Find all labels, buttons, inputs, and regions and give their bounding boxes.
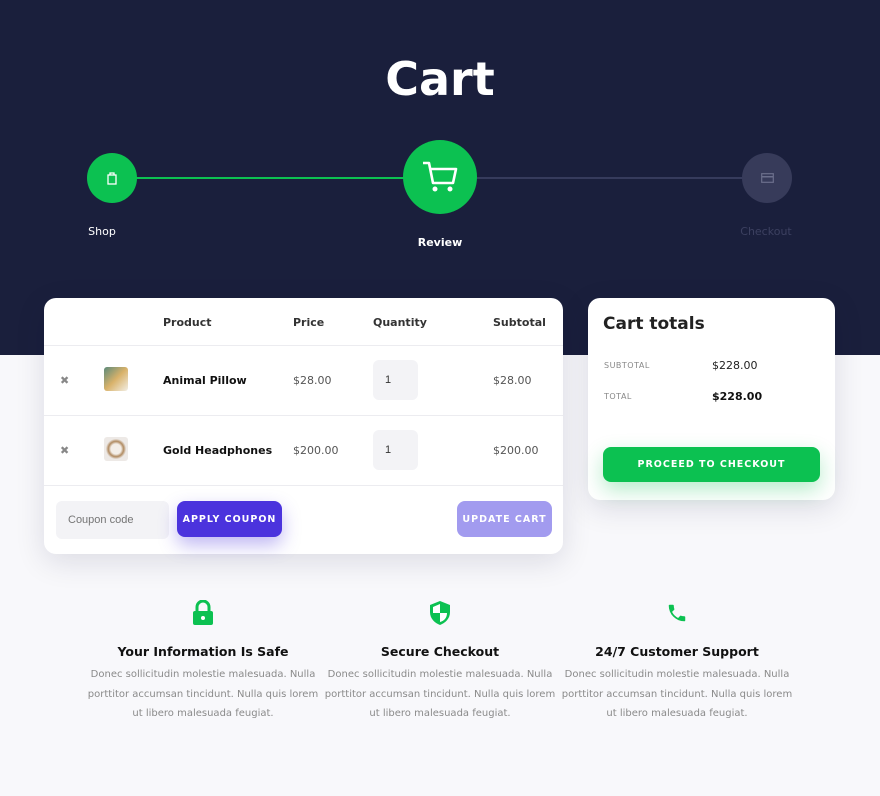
step-label-checkout: Checkout (740, 225, 792, 238)
cart-actions: APPLY COUPON UPDATE CART (44, 485, 563, 554)
phone-icon (668, 604, 686, 622)
progress-line-pending (476, 177, 744, 179)
proceed-to-checkout-button[interactable]: PROCEED TO CHECKOUT (603, 447, 820, 482)
total-label: TOTAL (604, 392, 632, 401)
header-price: Price (293, 316, 325, 329)
shield-icon (430, 601, 450, 625)
cart-table: Product Price Quantity Subtotal ✖ Animal… (44, 298, 563, 554)
step-label-shop: Shop (88, 225, 116, 238)
product-price: $200.00 (293, 444, 339, 457)
totals-title: Cart totals (603, 314, 705, 334)
subtotal-label: SUBTOTAL (604, 361, 650, 370)
header-subtotal: Subtotal (493, 316, 546, 329)
cart-totals: Cart totals SUBTOTAL $228.00 TOTAL $228.… (588, 298, 835, 500)
feature-text: Donec sollicitudin molestie malesuada. N… (324, 669, 556, 719)
coupon-input[interactable] (56, 501, 169, 539)
product-name[interactable]: Animal Pillow (163, 374, 247, 387)
feature-text: Donec sollicitudin molestie malesuada. N… (561, 669, 793, 719)
table-row: ✖ Gold Headphones $200.00 $200.00 (44, 415, 563, 485)
feature-support: 24/7 Customer Support Donec sollicitudin… (557, 600, 797, 724)
apply-coupon-button[interactable]: APPLY COUPON (177, 501, 282, 537)
product-subtotal: $200.00 (493, 444, 539, 457)
quantity-input[interactable] (373, 360, 418, 400)
shopping-bag-icon (107, 172, 117, 185)
credit-card-icon (760, 173, 774, 183)
feature-title: Secure Checkout (380, 644, 500, 659)
feature-secure-checkout: Secure Checkout Donec sollicitudin moles… (320, 600, 560, 724)
step-review[interactable] (403, 140, 477, 214)
feature-safe: Your Information Is Safe Donec sollicitu… (83, 599, 323, 724)
product-image[interactable] (104, 437, 128, 461)
feature-title: Your Information Is Safe (117, 644, 289, 659)
product-subtotal: $28.00 (493, 374, 532, 387)
table-row: ✖ Animal Pillow $28.00 $28.00 (44, 345, 563, 415)
total-value: $228.00 (712, 390, 763, 403)
remove-icon[interactable]: ✖ (60, 444, 69, 457)
feature-text: Donec sollicitudin molestie malesuada. N… (87, 669, 319, 719)
lock-icon (193, 599, 213, 625)
product-image[interactable] (104, 367, 128, 391)
feature-title: 24/7 Customer Support (595, 644, 759, 659)
quantity-input[interactable] (373, 430, 418, 470)
product-price: $28.00 (293, 374, 332, 387)
header-quantity: Quantity (373, 316, 427, 329)
subtotal-value: $228.00 (712, 359, 758, 372)
cart-icon (423, 161, 458, 192)
step-shop[interactable] (87, 153, 137, 203)
remove-icon[interactable]: ✖ (60, 374, 69, 387)
page-title: Cart (385, 52, 495, 106)
update-cart-button[interactable]: UPDATE CART (457, 501, 552, 537)
product-name[interactable]: Gold Headphones (163, 444, 272, 457)
step-label-review: Review (417, 236, 463, 249)
step-checkout[interactable] (742, 153, 792, 203)
header-product: Product (163, 316, 212, 329)
progress-line-done (136, 177, 406, 179)
